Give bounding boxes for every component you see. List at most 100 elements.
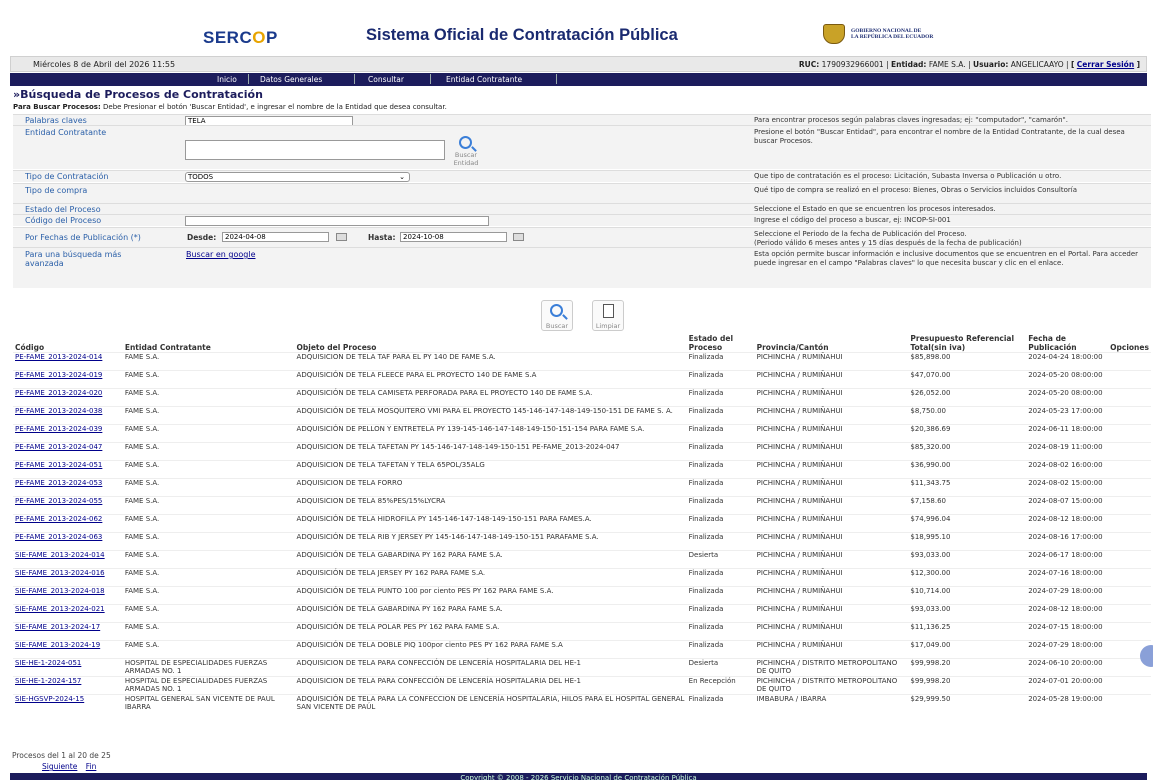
date-cell: 2024-08-12 18:00:00 bbox=[1028, 515, 1103, 523]
date-cell: 2024-08-02 16:00:00 bbox=[1028, 461, 1103, 469]
process-code-link[interactable]: SIE-FAME_2013-2024-014 bbox=[15, 551, 105, 559]
entity-cell: HOSPITAL GENERAL SAN VICENTE DE PAUL IBA… bbox=[124, 695, 275, 711]
process-code-link[interactable]: PE-FAME_2013-2024-014 bbox=[15, 353, 102, 361]
budget-cell: $18,995.10 bbox=[910, 533, 951, 541]
object-cell: ADQUISICIÓN DE TELA MOSQUITERO VMI PARA … bbox=[296, 407, 673, 415]
buscar-google-link[interactable]: Buscar en google bbox=[186, 250, 255, 259]
last-page-link[interactable]: Fin bbox=[86, 762, 97, 771]
nav-datos-generales[interactable]: Datos Generales bbox=[260, 75, 322, 84]
process-code-link[interactable]: PE-FAME_2013-2024-038 bbox=[15, 407, 102, 415]
nav-consultar[interactable]: Consultar bbox=[368, 75, 404, 84]
codigo-label: Código del Proceso bbox=[25, 216, 102, 225]
column-header: Código bbox=[15, 343, 45, 352]
budget-cell: $85,898.00 bbox=[910, 353, 951, 361]
entity-cell: FAME S.A. bbox=[124, 587, 160, 595]
avanzada-help: Esta opción permite buscar información e… bbox=[754, 250, 1139, 267]
entity-cell: FAME S.A. bbox=[124, 641, 160, 649]
process-code-link[interactable]: SIE-HE-1-2024-157 bbox=[15, 677, 81, 685]
desde-label: Desde: bbox=[187, 233, 217, 242]
form-row-avanzada: Para una búsqueda más avanzada Buscar en … bbox=[13, 247, 1151, 288]
date-cell: 2024-08-12 18:00:00 bbox=[1028, 605, 1103, 613]
entity-cell: FAME S.A. bbox=[124, 623, 160, 631]
entidad-input[interactable] bbox=[185, 140, 445, 160]
limpiar-button[interactable]: Limpiar bbox=[592, 300, 624, 331]
process-code-link[interactable]: PE-FAME_2013-2024-063 bbox=[15, 533, 102, 541]
location-cell: PICHINCHA / DISTRITO METROPOLITANO DE QU… bbox=[756, 677, 898, 693]
process-code-link[interactable]: PE-FAME_2013-2024-047 bbox=[15, 443, 102, 451]
codigo-cell: PE-FAME_2013-2024-062 bbox=[13, 515, 123, 533]
entity-cell: FAME S.A. bbox=[124, 551, 160, 559]
codigo-input[interactable] bbox=[185, 216, 489, 226]
location-cell: PICHINCHA / RUMIÑAHUI bbox=[756, 479, 843, 487]
column-header: Opciones bbox=[1110, 343, 1149, 352]
nav-separator bbox=[248, 74, 249, 84]
entity-label: Entidad: bbox=[891, 60, 927, 69]
object-cell: ADQUISICIÓN DE TELA POLAR PES PY 162 PAR… bbox=[296, 623, 500, 631]
budget-cell: $12,300.00 bbox=[910, 569, 951, 577]
date-cell: 2024-08-02 15:00:00 bbox=[1028, 479, 1103, 487]
limpiar-label: Limpiar bbox=[595, 322, 621, 330]
page-header: SERCOP Sistema Oficial de Contratación P… bbox=[0, 0, 1153, 56]
process-code-link[interactable]: SIE-FAME_2013-2024-17 bbox=[15, 623, 100, 631]
date-cell: 2024-06-17 18:00:00 bbox=[1028, 551, 1103, 559]
process-code-link[interactable]: SIE-FAME_2013-2024-19 bbox=[15, 641, 100, 649]
process-code-link[interactable]: SIE-FAME_2013-2024-016 bbox=[15, 569, 105, 577]
compra-label: Tipo de compra bbox=[25, 186, 88, 195]
codigo-cell: PE-FAME_2013-2024-020 bbox=[13, 389, 123, 407]
entity-cell: FAME S.A. bbox=[124, 605, 160, 613]
location-cell: PICHINCHA / RUMIÑAHUI bbox=[756, 587, 843, 595]
location-cell: PICHINCHA / RUMIÑAHUI bbox=[756, 443, 843, 451]
entidad-help: Presione el botón "Buscar Entidad", para… bbox=[754, 128, 1125, 145]
desde-input[interactable]: 2024-04-08 bbox=[222, 232, 329, 242]
fechas-help: Seleccione el Periodo de la fecha de Pub… bbox=[754, 230, 1149, 248]
date-cell: 2024-06-11 18:00:00 bbox=[1028, 425, 1103, 433]
buscar-button[interactable]: Buscar bbox=[541, 300, 573, 331]
calendar-icon[interactable] bbox=[336, 233, 347, 241]
next-page-link[interactable]: Siguiente bbox=[42, 762, 77, 771]
table-row: SIE-FAME_2013-2024-021 FAME S.A. ADQUISICI… bbox=[13, 604, 1151, 623]
object-cell: ADQUISICION DE TELA FORRO bbox=[296, 479, 403, 487]
government-text: GOBIERNO NACIONAL DE LA REPÚBLICA DEL ECU… bbox=[851, 28, 933, 40]
status-cell: Finalizada bbox=[688, 353, 724, 361]
column-header: Presupuesto Referencial Total(sin iva) bbox=[910, 334, 1015, 352]
entity-cell: FAME S.A. bbox=[124, 425, 160, 433]
process-code-link[interactable]: PE-FAME_2013-2024-020 bbox=[15, 389, 102, 397]
table-row: PE-FAME_2013-2024-053 FAME S.A. ADQUISICIO… bbox=[13, 478, 1151, 497]
hasta-input[interactable]: 2024-10-08 bbox=[400, 232, 507, 242]
form-row-codigo: Código del Proceso Ingrese el código del… bbox=[13, 214, 1151, 226]
calendar-icon[interactable] bbox=[513, 233, 524, 241]
process-code-link[interactable]: PE-FAME_2013-2024-019 bbox=[15, 371, 102, 379]
budget-cell: $7,158.60 bbox=[910, 497, 947, 505]
nav-inicio[interactable]: Inicio bbox=[217, 75, 237, 84]
chevron-down-icon: ⌄ bbox=[399, 173, 405, 181]
process-code-link[interactable]: SIE-FAME_2013-2024-018 bbox=[15, 587, 105, 595]
process-code-link[interactable]: SIE-FAME_2013-2024-021 bbox=[15, 605, 105, 613]
date-cell: 2024-07-29 18:00:00 bbox=[1028, 641, 1103, 649]
codigo-cell: PE-FAME_2013-2024-047 bbox=[13, 443, 123, 461]
process-code-link[interactable]: SIE-HGSVP-2024-15 bbox=[15, 695, 84, 703]
budget-cell: $17,049.00 bbox=[910, 641, 951, 649]
logout-link[interactable]: Cerrar Sesión bbox=[1077, 60, 1134, 69]
budget-cell: $8,750.00 bbox=[910, 407, 947, 415]
entity-cell: HOSPITAL DE ESPECIALIDADES FUERZAS ARMAD… bbox=[124, 659, 268, 675]
entity-cell: FAME S.A. bbox=[124, 461, 160, 469]
location-cell: PICHINCHA / RUMIÑAHUI bbox=[756, 569, 843, 577]
info-bar: Miércoles 8 de Abril del 2026 11:55 RUC:… bbox=[10, 56, 1147, 72]
process-code-link[interactable]: SIE-HE-1-2024-051 bbox=[15, 659, 81, 667]
process-code-link[interactable]: PE-FAME_2013-2024-055 bbox=[15, 497, 102, 505]
object-cell: ADQUISICION DE TELA TAF PARA EL PY 140 D… bbox=[296, 353, 496, 361]
status-cell: Finalizada bbox=[688, 515, 724, 523]
options-cell bbox=[1108, 407, 1151, 425]
tipo-select[interactable]: TODOS ⌄ bbox=[185, 172, 410, 182]
process-code-link[interactable]: PE-FAME_2013-2024-039 bbox=[15, 425, 102, 433]
budget-cell: $93,033.00 bbox=[910, 551, 951, 559]
status-cell: Finalizada bbox=[688, 443, 724, 451]
process-code-link[interactable]: PE-FAME_2013-2024-051 bbox=[15, 461, 102, 469]
object-cell: ADQUISICIÓN DE TELA GABARDINA PY 162 PAR… bbox=[296, 605, 503, 613]
process-code-link[interactable]: PE-FAME_2013-2024-053 bbox=[15, 479, 102, 487]
nav-entidad-contratante[interactable]: Entidad Contratante bbox=[446, 75, 522, 84]
page-title: »Búsqueda de Procesos de Contratación bbox=[13, 88, 263, 101]
codigo-cell: PE-FAME_2013-2024-038 bbox=[13, 407, 123, 425]
process-code-link[interactable]: PE-FAME_2013-2024-062 bbox=[15, 515, 102, 523]
object-cell: ADQUISICIÓN DE TELA HIDROFILA PY 145-146… bbox=[296, 515, 592, 523]
